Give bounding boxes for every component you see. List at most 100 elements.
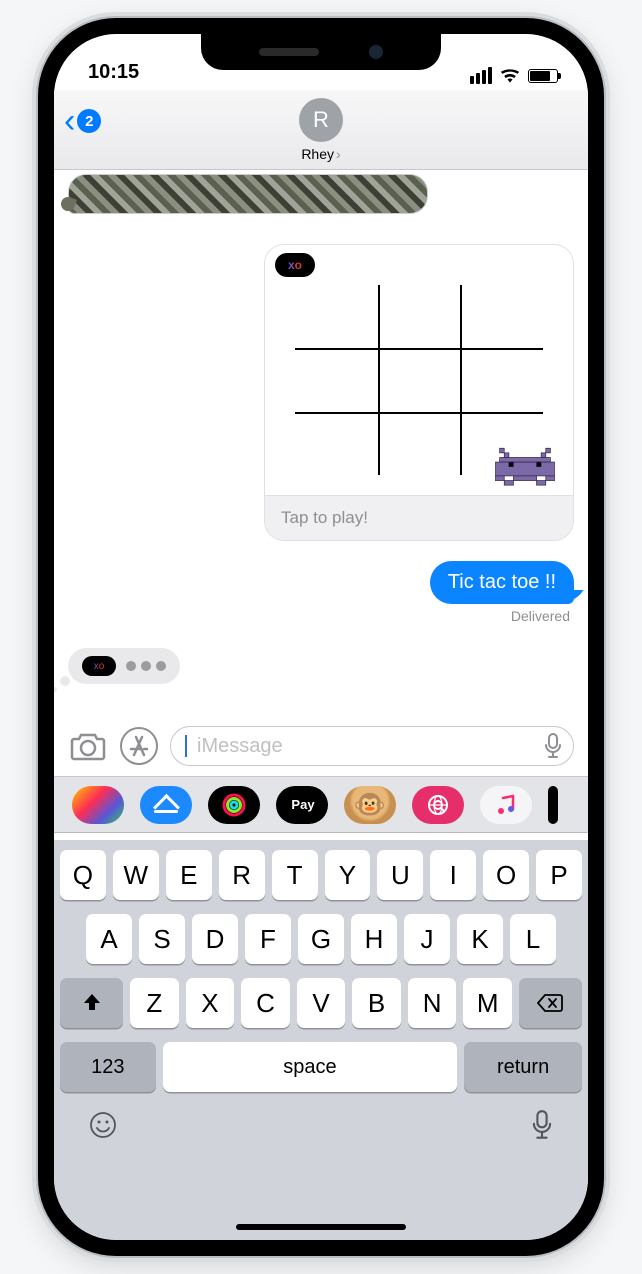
typing-row: xo [68,648,574,684]
imessage-app-bubble[interactable]: xo [264,244,574,541]
chevron-right-icon: › [336,146,341,162]
notch [201,34,441,70]
tray-activity-app[interactable] [208,786,260,824]
key-i[interactable]: I [430,850,476,900]
numbers-key-label: 123 [91,1056,124,1079]
key-x[interactable]: X [186,978,235,1028]
cellular-signal-icon [470,67,492,84]
chevron-left-icon: ‹ [64,104,75,138]
apple-pay-label: Pay [291,797,314,812]
typing-dots-icon [126,661,166,671]
back-button[interactable]: ‹ 2 [64,104,101,138]
app-store-icon [127,734,151,758]
tray-more-app[interactable] [548,786,558,824]
incoming-photo-bubble[interactable] [68,174,428,214]
apps-button[interactable] [120,727,158,765]
keyboard: QWERTYUIOP ASDFGHJKL ZXCVBNM 123 space r… [54,840,588,1240]
key-k[interactable]: K [457,914,503,964]
device-frame: 10:15 ‹ 2 R Rhey › [0,0,642,1274]
outgoing-message[interactable]: Tic tac toe !! [430,561,574,604]
battery-icon [528,69,558,83]
contact-avatar: R [299,98,343,142]
key-z[interactable]: Z [130,978,179,1028]
key-v[interactable]: V [297,978,346,1028]
key-j[interactable]: J [404,914,450,964]
key-m[interactable]: M [463,978,512,1028]
delivery-status: Delivered [68,608,574,624]
key-o[interactable]: O [483,850,529,900]
backspace-icon [537,993,563,1013]
key-w[interactable]: W [113,850,159,900]
key-p[interactable]: P [536,850,582,900]
contact-name-label: Rhey [301,146,334,162]
numbers-key[interactable]: 123 [60,1042,156,1092]
keyboard-row-4: 123 space return [60,1042,582,1092]
key-g[interactable]: G [298,914,344,964]
unread-badge: 2 [77,109,101,133]
return-key[interactable]: return [464,1042,582,1092]
imessage-app-tray[interactable]: Pay 🐵 [54,777,588,833]
emoji-key[interactable] [88,1110,118,1145]
tictactoe-board: xo [265,245,573,495]
key-q[interactable]: Q [60,850,106,900]
keyboard-dictation-key[interactable] [530,1110,554,1145]
contact-button[interactable]: R Rhey › [299,98,343,162]
dictation-icon [543,733,563,759]
key-u[interactable]: U [377,850,423,900]
key-h[interactable]: H [351,914,397,964]
tray-appstore-app[interactable] [140,786,192,824]
app-bubble-caption: Tap to play! [265,495,573,540]
key-l[interactable]: L [510,914,556,964]
space-key[interactable]: space [163,1042,458,1092]
key-r[interactable]: R [219,850,265,900]
key-s[interactable]: S [139,914,185,964]
key-d[interactable]: D [192,914,238,964]
avatar-initial: R [313,107,329,133]
screen: 10:15 ‹ 2 R Rhey › [54,34,588,1240]
message-input[interactable]: iMessage [170,726,574,766]
key-f[interactable]: F [245,914,291,964]
game-app-icon: xo [275,253,315,277]
keyboard-row-2: ASDFGHJKL [60,914,582,964]
keyboard-bottom-row [60,1102,582,1145]
tray-memoji-app[interactable]: 🐵 [344,786,396,824]
space-invader-icon [495,447,555,491]
shift-key[interactable] [60,978,123,1028]
key-a[interactable]: A [86,914,132,964]
delete-key[interactable] [519,978,582,1028]
emoji-icon [88,1110,118,1140]
key-e[interactable]: E [166,850,212,900]
home-indicator[interactable] [236,1224,406,1230]
camera-icon [70,731,106,761]
tray-photos-app[interactable] [72,786,124,824]
camera-button[interactable] [68,726,108,766]
typing-indicator: xo [68,648,180,684]
microphone-icon [530,1110,554,1140]
message-input-bar: iMessage [54,718,588,777]
keyboard-row-3: ZXCVBNM [60,978,582,1028]
tray-music-app[interactable] [480,786,532,824]
typing-app-icon: xo [82,656,116,676]
space-key-label: space [283,1056,336,1079]
tray-applepay-app[interactable]: Pay [276,786,328,824]
return-key-label: return [497,1056,549,1079]
wifi-icon [500,69,520,83]
conversation-header: ‹ 2 R Rhey › [54,90,588,170]
outgoing-message-text: Tic tac toe !! [448,571,556,593]
status-right [470,67,558,84]
status-time: 10:15 [88,61,139,84]
input-placeholder: iMessage [197,735,535,758]
key-t[interactable]: T [272,850,318,900]
speaker-grille [259,48,319,56]
key-b[interactable]: B [352,978,401,1028]
key-c[interactable]: C [241,978,290,1028]
messages-scroll[interactable]: xo [54,170,588,718]
tray-search-app[interactable] [412,786,464,824]
key-y[interactable]: Y [325,850,371,900]
keyboard-row-1: QWERTYUIOP [60,850,582,900]
contact-name-row: Rhey › [301,146,340,162]
phone-body: 10:15 ‹ 2 R Rhey › [38,18,604,1256]
key-n[interactable]: N [408,978,457,1028]
shift-icon [81,992,103,1014]
text-cursor [185,735,187,757]
